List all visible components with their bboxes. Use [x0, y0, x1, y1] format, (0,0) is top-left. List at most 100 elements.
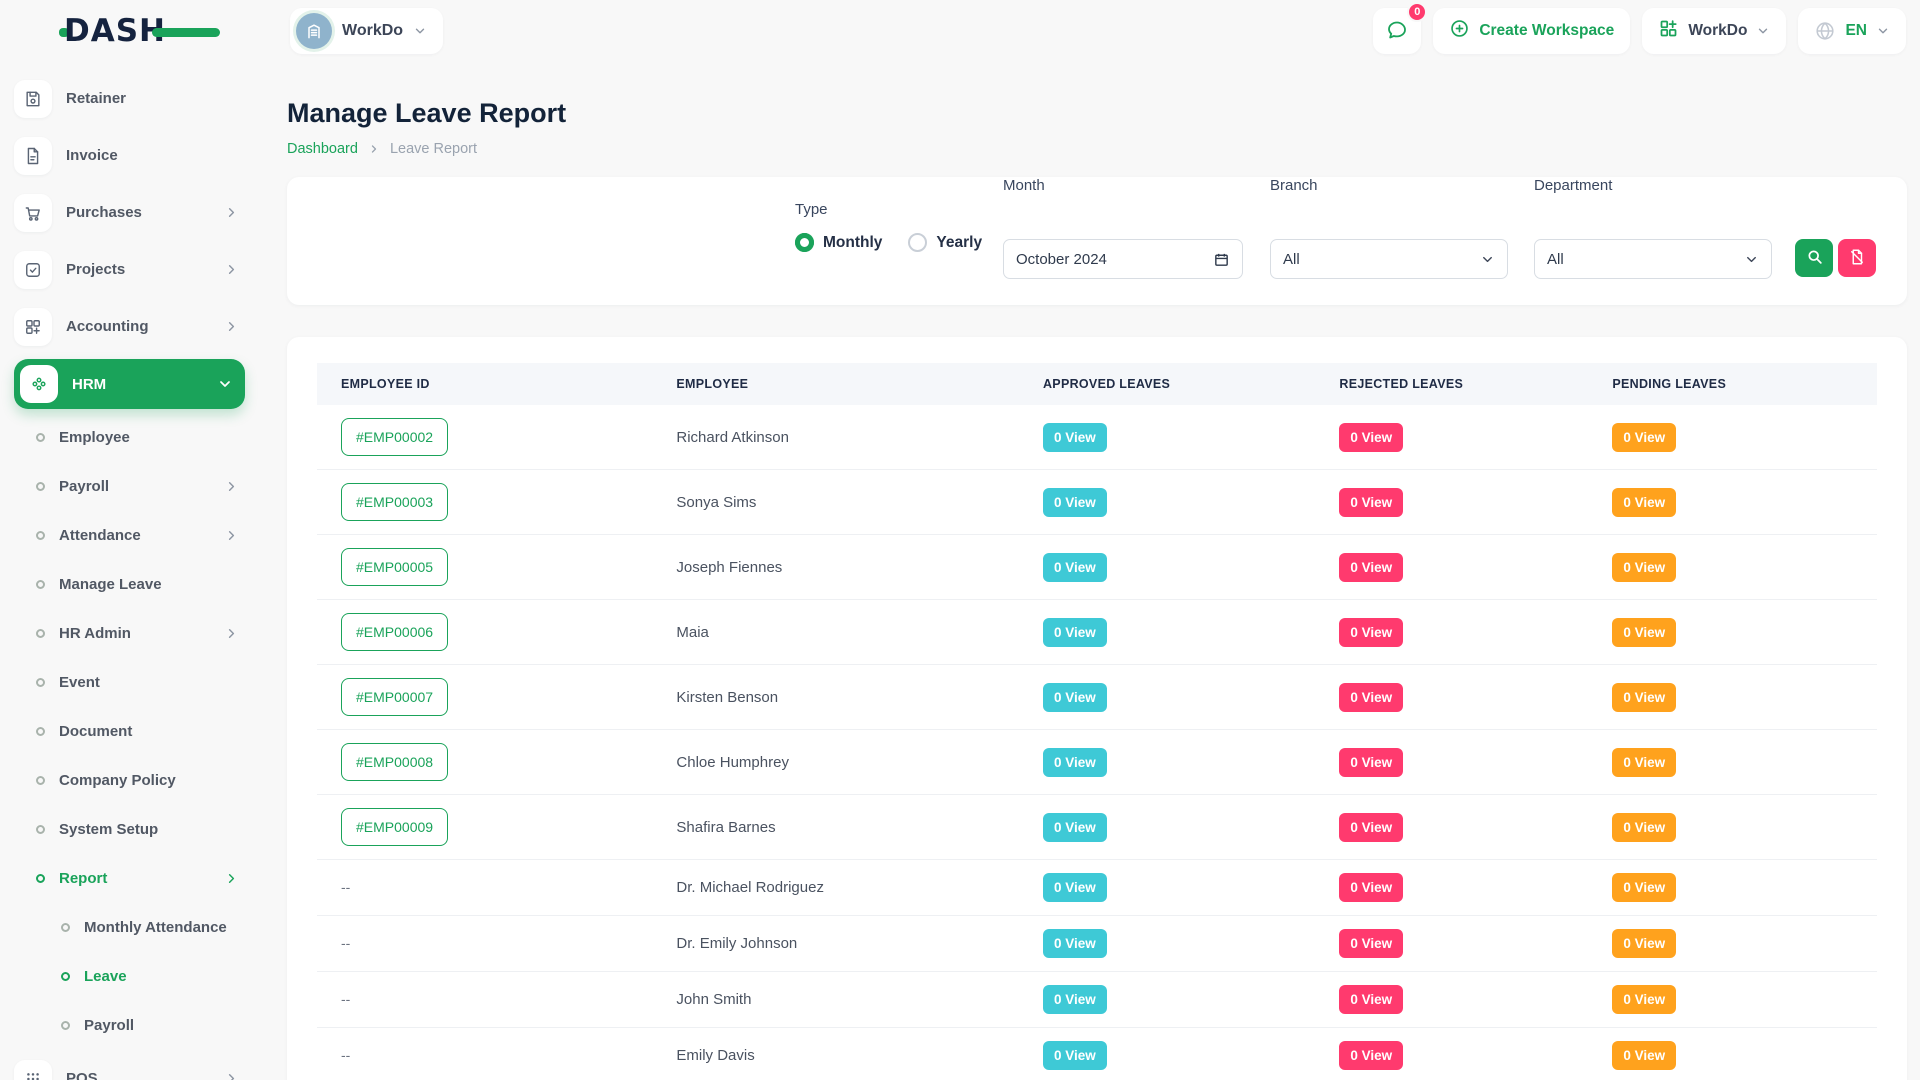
- branch-select[interactable]: All: [1270, 239, 1508, 279]
- language-label: EN: [1845, 22, 1867, 40]
- workspace-menu-button[interactable]: WorkDo: [1642, 8, 1786, 54]
- reset-filter-button[interactable]: [1838, 239, 1876, 277]
- sidebar-item-attendance[interactable]: Attendance: [14, 511, 245, 560]
- sidebar-item-label: Retainer: [66, 90, 245, 107]
- sidebar-item-label: Accounting: [66, 318, 210, 335]
- month-input[interactable]: October 2024: [1003, 239, 1243, 279]
- pending-view-button[interactable]: 0 View: [1612, 985, 1676, 1014]
- radio-yearly[interactable]: Yearly: [908, 233, 982, 252]
- pending-view-button[interactable]: 0 View: [1612, 553, 1676, 582]
- rejected-view-button[interactable]: 0 View: [1339, 873, 1403, 902]
- pending-view-button[interactable]: 0 View: [1612, 683, 1676, 712]
- sidebar-item-document[interactable]: Document: [14, 707, 245, 756]
- approved-view-button[interactable]: 0 View: [1043, 748, 1107, 777]
- rejected-leaves-cell: 0 View: [1315, 535, 1588, 600]
- approved-view-button[interactable]: 0 View: [1043, 488, 1107, 517]
- approved-view-button[interactable]: 0 View: [1043, 929, 1107, 958]
- rejected-view-button[interactable]: 0 View: [1339, 488, 1403, 517]
- pending-view-button[interactable]: 0 View: [1612, 873, 1676, 902]
- column-header: REJECTED LEAVES: [1315, 363, 1588, 405]
- pending-view-button[interactable]: 0 View: [1612, 929, 1676, 958]
- pending-view-button[interactable]: 0 View: [1612, 618, 1676, 647]
- pending-view-button[interactable]: 0 View: [1612, 488, 1676, 517]
- sidebar-item-projects[interactable]: Projects: [14, 241, 245, 298]
- radio-yearly-label: Yearly: [936, 234, 982, 252]
- breadcrumb-dashboard-link[interactable]: Dashboard: [287, 141, 358, 157]
- approved-view-button[interactable]: 0 View: [1043, 873, 1107, 902]
- employee-id-badge[interactable]: #EMP00006: [341, 613, 448, 651]
- employee-name-cell: Richard Atkinson: [652, 405, 1019, 470]
- sidebar-item-leave[interactable]: Leave: [14, 952, 245, 1001]
- sidebar-item-employee[interactable]: Employee: [14, 413, 245, 462]
- workspace-switcher[interactable]: WorkDo: [290, 8, 443, 54]
- sidebar-item-accounting[interactable]: Accounting: [14, 298, 245, 355]
- sidebar-item-invoice[interactable]: Invoice: [14, 127, 245, 184]
- check-square-icon: [14, 251, 52, 289]
- radio-monthly[interactable]: Monthly: [795, 233, 882, 252]
- employee-id-badge[interactable]: #EMP00003: [341, 483, 448, 521]
- employee-id-cell: #EMP00003: [317, 470, 652, 535]
- chevron-right-icon: [224, 1071, 239, 1080]
- sidebar-item-pos[interactable]: POS: [14, 1050, 245, 1080]
- app-logo[interactable]: DASH: [64, 13, 194, 49]
- approved-view-button[interactable]: 0 View: [1043, 423, 1107, 452]
- employee-id-badge[interactable]: #EMP00009: [341, 808, 448, 846]
- employee-id-badge[interactable]: #EMP00005: [341, 548, 448, 586]
- rejected-view-button[interactable]: 0 View: [1339, 813, 1403, 842]
- employee-name: Joseph Fiennes: [676, 559, 782, 576]
- approved-leaves-cell: 0 View: [1019, 795, 1315, 860]
- messages-button[interactable]: 0: [1373, 8, 1421, 54]
- invoice-icon: [14, 137, 52, 175]
- sidebar-item-company-policy[interactable]: Company Policy: [14, 756, 245, 805]
- approved-view-button[interactable]: 0 View: [1043, 813, 1107, 842]
- sidebar-item-label: Document: [59, 723, 245, 740]
- sidebar-item-report[interactable]: Report: [14, 854, 245, 903]
- rejected-view-button[interactable]: 0 View: [1339, 748, 1403, 777]
- employee-id-badge[interactable]: #EMP00007: [341, 678, 448, 716]
- rejected-view-button[interactable]: 0 View: [1339, 683, 1403, 712]
- chevron-right-icon: [224, 528, 239, 543]
- rejected-view-button[interactable]: 0 View: [1339, 929, 1403, 958]
- sidebar-item-system-setup[interactable]: System Setup: [14, 805, 245, 854]
- approved-leaves-cell: 0 View: [1019, 405, 1315, 470]
- search-button[interactable]: [1795, 239, 1833, 277]
- pending-view-button[interactable]: 0 View: [1612, 423, 1676, 452]
- rejected-view-button[interactable]: 0 View: [1339, 1041, 1403, 1070]
- rejected-leaves-cell: 0 View: [1315, 405, 1588, 470]
- rejected-view-button[interactable]: 0 View: [1339, 618, 1403, 647]
- sidebar-item-payroll-report[interactable]: Payroll: [14, 1001, 245, 1050]
- rejected-view-button[interactable]: 0 View: [1339, 553, 1403, 582]
- rejected-leaves-cell: 0 View: [1315, 470, 1588, 535]
- language-selector[interactable]: EN: [1798, 8, 1906, 54]
- sidebar-item-payroll[interactable]: Payroll: [14, 462, 245, 511]
- rejected-leaves-cell: 0 View: [1315, 665, 1588, 730]
- table-header-row: EMPLOYEE IDEMPLOYEEAPPROVED LEAVESREJECT…: [317, 363, 1877, 405]
- rejected-view-button[interactable]: 0 View: [1339, 423, 1403, 452]
- pending-leaves-cell: 0 View: [1588, 470, 1877, 535]
- sidebar-item-purchases[interactable]: Purchases: [14, 184, 245, 241]
- sidebar-item-hrm[interactable]: HRM: [14, 359, 245, 409]
- approved-view-button[interactable]: 0 View: [1043, 553, 1107, 582]
- branch-filter-label: Branch: [1270, 177, 1318, 194]
- sidebar-item-hr-admin[interactable]: HR Admin: [14, 609, 245, 658]
- sidebar-item-monthly-attendance[interactable]: Monthly Attendance: [14, 903, 245, 952]
- pending-view-button[interactable]: 0 View: [1612, 748, 1676, 777]
- radio-monthly-label: Monthly: [823, 234, 882, 252]
- pending-view-button[interactable]: 0 View: [1612, 813, 1676, 842]
- department-select[interactable]: All: [1534, 239, 1772, 279]
- sidebar-item-manage-leave[interactable]: Manage Leave: [14, 560, 245, 609]
- sidebar-item-event[interactable]: Event: [14, 658, 245, 707]
- pending-view-button[interactable]: 0 View: [1612, 1041, 1676, 1070]
- approved-view-button[interactable]: 0 View: [1043, 683, 1107, 712]
- approved-view-button[interactable]: 0 View: [1043, 618, 1107, 647]
- employee-id-badge[interactable]: #EMP00002: [341, 418, 448, 456]
- rejected-view-button[interactable]: 0 View: [1339, 985, 1403, 1014]
- sidebar-item-retainer[interactable]: Retainer: [14, 70, 245, 127]
- employee-name: Maia: [676, 624, 709, 641]
- chevron-right-icon: [224, 319, 239, 334]
- approved-view-button[interactable]: 0 View: [1043, 1041, 1107, 1070]
- employee-id-badge[interactable]: #EMP00008: [341, 743, 448, 781]
- approved-leaves-cell: 0 View: [1019, 730, 1315, 795]
- create-workspace-button[interactable]: Create Workspace: [1433, 8, 1630, 54]
- approved-view-button[interactable]: 0 View: [1043, 985, 1107, 1014]
